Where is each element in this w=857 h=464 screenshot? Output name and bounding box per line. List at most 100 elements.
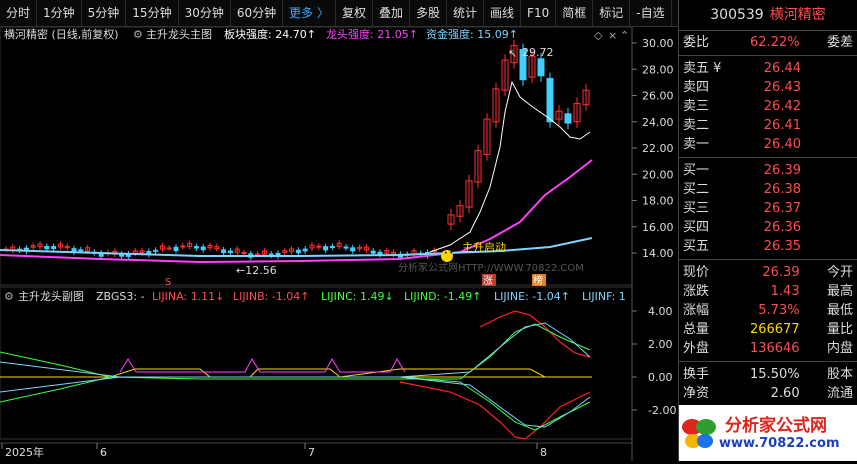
price-tick-label: 28.00 — [642, 63, 674, 76]
ask-list: 卖五 ¥ 26.44 卖四 26.43 卖三 26.42 卖二 26.41 卖一 26.40 — [679, 59, 857, 154]
logo-url: www.70822.com — [719, 435, 840, 451]
quote-row: 总量 266677 量比 — [679, 320, 857, 339]
sub-axis: 4.00 2.00 0.00 -2.00 — [632, 305, 676, 417]
diamond-icon[interactable]: ◇ — [594, 29, 603, 42]
candle — [153, 249, 159, 252]
candle — [241, 252, 247, 255]
kline-chart[interactable]: 横河精密 (日线,前复权) ⚙ 主升龙头主图 板块强度: 24.70↑ 龙头强度… — [0, 26, 678, 461]
toolbar-tab[interactable]: 5分钟 — [82, 0, 127, 26]
x-tick-label: 8 — [540, 446, 547, 459]
row-value: 2.60 — [770, 386, 800, 401]
chevron-up-icon[interactable]: ⌃ — [620, 29, 629, 42]
low-price-label: ←12.56 — [236, 264, 277, 277]
sub-chart-frame — [0, 286, 633, 440]
quote-panel: 300539 横河精密 委比 62.22% 委差 卖五 ¥ 26.44 卖四 26.43… — [678, 0, 857, 461]
toolbar-tab[interactable]: 更多 〉 — [283, 0, 336, 26]
sub-tick-label: -2.00 — [648, 404, 676, 417]
candle — [193, 246, 199, 249]
candle — [200, 246, 206, 251]
chart-toolbar: 分时 1分钟 5分钟 15分钟 30分钟 60分钟 更多 〉复权 叠加 多股 统计 画线 F10 简框标… — [0, 0, 709, 27]
row-label: 涨跌 — [683, 284, 710, 299]
fund-strength: 资金强度: 15.09↑ — [426, 27, 518, 41]
toolbar-tab[interactable]: 复权 — [336, 0, 373, 26]
quote-row: 卖五 ¥ 26.44 — [679, 59, 857, 78]
candle — [350, 247, 356, 252]
row-label: 买五 — [683, 239, 710, 254]
row-label: 卖二 — [683, 118, 710, 133]
row-label-2: 今开 — [826, 265, 853, 280]
candle — [173, 246, 179, 252]
row-value: 26.36 — [763, 220, 801, 235]
toolbar-tab[interactable]: 标记 — [593, 0, 631, 26]
quote-row: 卖三 26.42 — [679, 97, 857, 116]
high-price-label: 29.72 — [522, 46, 554, 59]
row-label-2: 流通 — [826, 386, 853, 401]
price-tick-label: 26.00 — [642, 90, 674, 103]
price-tick-label: 18.00 — [642, 195, 674, 208]
watermark-text: 分析家公式网HTTP://WWW.70822.COM — [398, 261, 584, 274]
row-label: 买三 — [683, 201, 710, 216]
butterfly-icon — [682, 419, 716, 448]
toolbar-tab[interactable]: 简框 — [556, 0, 594, 26]
quote-row: 卖四 26.43 — [679, 78, 857, 97]
row-value: 15.50% — [750, 367, 800, 382]
candles — [3, 39, 590, 261]
toolbar-tab[interactable]: F10 — [521, 0, 557, 26]
magenta-spikes — [119, 357, 406, 373]
stock-name: 横河精密 — [769, 7, 826, 23]
row-value: 26.40 — [763, 137, 801, 152]
toolbar-tab[interactable]: 多股 — [410, 0, 448, 26]
candle — [51, 246, 57, 250]
quote-row: 卖一 26.40 — [679, 135, 857, 154]
toolbar-tab[interactable]: 15分钟 — [126, 0, 179, 26]
green-line — [0, 323, 591, 380]
chart-area[interactable]: 横河精密 (日线,前复权) ⚙ 主升龙头主图 板块强度: 24.70↑ 龙头强度… — [0, 26, 678, 461]
sub-tick-label: 0.00 — [648, 371, 673, 384]
row-label: 买二 — [683, 182, 710, 197]
stock-title: 横河精密 (日线,前复权) — [4, 27, 119, 41]
row-value: 266677 — [749, 322, 800, 337]
price-tick-label: 14.00 — [642, 247, 674, 260]
cyan-sub-lower — [0, 376, 591, 428]
price-tick-label: 16.00 — [642, 221, 674, 234]
candle — [78, 249, 84, 252]
sub-settings-icon[interactable]: ⚙ — [4, 290, 14, 303]
webi-label: 委比 — [683, 35, 710, 50]
sub-indicator-name[interactable]: 主升龙头副图 — [18, 290, 84, 303]
price-tick-label: 22.00 — [642, 142, 674, 155]
row-value: 5.73% — [758, 303, 800, 318]
toolbar-tab[interactable]: 叠加 — [373, 0, 410, 26]
toolbar-tab[interactable]: 1分钟 — [37, 0, 82, 26]
bid-list: 买一 26.39 买二 26.38 买三 26.37 买四 26.36 买五 26.35 — [679, 161, 857, 256]
row-value: 136646 — [749, 341, 800, 356]
candle — [377, 251, 383, 255]
row-label-2: 量比 — [826, 322, 853, 337]
close-icon[interactable]: × — [608, 29, 617, 42]
candle — [302, 248, 308, 252]
price-tick-label: 30.00 — [642, 37, 674, 50]
quote-row: 外盘 136646 内盘 — [679, 339, 857, 358]
row-label: 卖三 — [683, 99, 710, 114]
row-label: 卖一 — [683, 137, 710, 152]
row-label: 卖五 ¥ — [683, 61, 722, 76]
toolbar-tab[interactable]: 分时 — [0, 0, 38, 26]
settings-icon[interactable]: ⚙ — [133, 28, 143, 41]
price-axis: 30.00 28.00 26.00 24.00 22.00 20.00 18.00 16.00… — [632, 37, 674, 260]
toolbar-tab[interactable]: 画线 — [484, 0, 522, 26]
row-label: 涨幅 — [683, 303, 710, 318]
quote-row: 买三 26.37 — [679, 199, 857, 218]
candle — [537, 58, 545, 77]
toolbar-tab[interactable]: -自选 — [630, 0, 672, 26]
row-label: 现价 — [683, 265, 710, 280]
white-ma-line — [429, 80, 591, 253]
toolbar-tab[interactable]: 60分钟 — [231, 0, 284, 26]
indicator-name[interactable]: 主升龙头主图 — [146, 28, 212, 41]
sub-tick-label: 2.00 — [648, 338, 673, 351]
candle — [370, 250, 376, 254]
row-label: 总量 — [683, 322, 710, 337]
toolbar-tab[interactable]: 统计 — [447, 0, 485, 26]
zbgs-label: ZBGS3: - — [96, 290, 145, 303]
sub-tick-label: 4.00 — [648, 305, 673, 318]
toolbar-tab[interactable]: 30分钟 — [179, 0, 231, 26]
quote-row: 买一 26.39 — [679, 161, 857, 180]
